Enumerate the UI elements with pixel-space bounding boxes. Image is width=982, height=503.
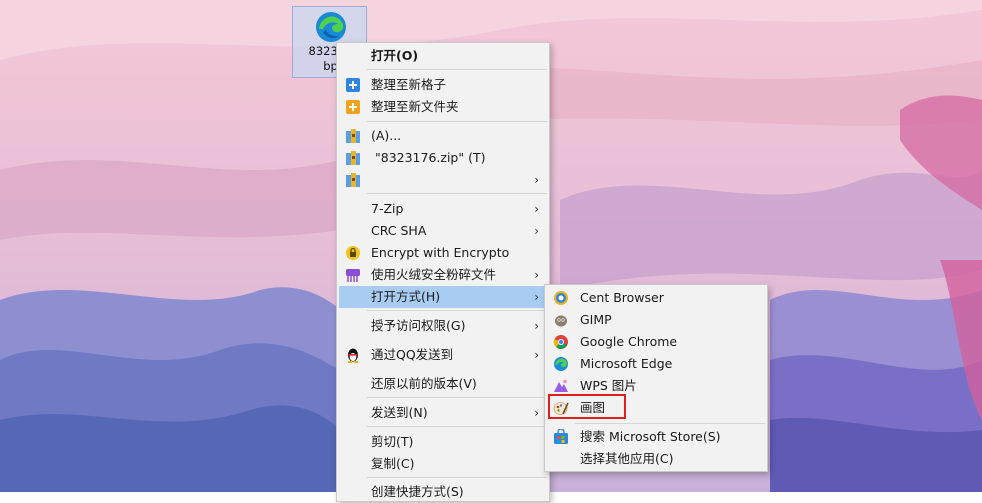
menu-item-create-shortcut[interactable]: 创建快捷方式(S) — [339, 481, 547, 503]
menu-item-label: 打开方式(H) — [371, 289, 441, 304]
menu-item-label: 7-Zip — [371, 201, 404, 216]
menu-item-7zip[interactable]: 7-Zip › — [339, 198, 547, 220]
menu-item-label: Microsoft Edge — [580, 356, 673, 371]
menu-separator — [367, 397, 547, 398]
menu-item-open-with[interactable]: 打开方式(H) › — [339, 286, 547, 308]
menu-item-archive-add[interactable]: (A)... — [339, 125, 547, 147]
qq-penguin-icon — [347, 348, 359, 363]
menu-separator — [367, 477, 547, 478]
menu-item-label: 通过QQ发送到 — [371, 347, 454, 362]
menu-item-label: 打开(O) — [371, 48, 419, 63]
wps-picture-icon — [554, 379, 568, 392]
menu-item-encrypto[interactable]: Encrypt with Encrypto — [339, 242, 547, 264]
blue-plus-icon — [346, 78, 360, 92]
menu-item-copy[interactable]: 复制(C) — [339, 453, 547, 475]
open-with-search-store[interactable]: 搜索 Microsoft Store(S) — [547, 426, 765, 448]
menu-item-label: 搜索 Microsoft Store(S) — [580, 429, 721, 444]
menu-item-tidy-folder[interactable]: 整理至新文件夹 — [339, 96, 547, 118]
menu-item-label: CRC SHA — [371, 223, 427, 238]
chevron-right-icon: › — [534, 406, 539, 420]
menu-item-label: 整理至新格子 — [371, 77, 447, 92]
menu-item-label: 剪切(T) — [371, 434, 414, 449]
archive-icon — [346, 151, 360, 165]
highlight-annotation — [548, 394, 626, 419]
microsoft-store-icon — [554, 429, 568, 444]
menu-item-label: (A)... — [371, 128, 402, 143]
shredder-icon — [346, 269, 360, 282]
open-with-choose-other[interactable]: 选择其他应用(C) — [547, 448, 765, 470]
menu-item-label: 还原以前的版本(V) — [371, 376, 477, 391]
chevron-right-icon: › — [534, 268, 539, 282]
chevron-right-icon: › — [534, 224, 539, 238]
menu-item-label: Google Chrome — [580, 334, 678, 349]
menu-item-cut[interactable]: 剪切(T) — [339, 431, 547, 453]
menu-item-label: GIMP — [580, 312, 612, 327]
menu-item-label: "8323176.zip" (T) — [375, 150, 486, 165]
open-with-cent-browser[interactable]: Cent Browser — [547, 287, 765, 309]
gimp-icon — [555, 315, 567, 327]
menu-item-label: WPS 图片 — [580, 378, 637, 393]
menu-separator — [575, 423, 765, 424]
menu-item-label: 发送到(N) — [371, 405, 428, 420]
chevron-right-icon: › — [534, 202, 539, 216]
menu-item-send-to[interactable]: 发送到(N) › — [339, 402, 547, 424]
menu-item-crc-sha[interactable]: CRC SHA › — [339, 220, 547, 242]
chevron-right-icon: › — [534, 290, 539, 304]
chevron-right-icon: › — [534, 319, 539, 333]
open-with-google-chrome[interactable]: Google Chrome — [547, 331, 765, 353]
open-with-submenu: Cent Browser GIMP Google Chrome Microsof… — [544, 284, 768, 472]
orange-plus-icon — [346, 100, 360, 114]
menu-item-label: Encrypt with Encrypto — [371, 245, 510, 260]
archive-icon — [346, 129, 360, 143]
open-with-microsoft-edge[interactable]: Microsoft Edge — [547, 353, 765, 375]
cent-browser-icon — [554, 291, 568, 305]
edge-file-icon — [316, 12, 346, 42]
encrypto-lock-icon — [346, 246, 360, 260]
edge-icon — [554, 357, 568, 371]
menu-item-label: 选择其他应用(C) — [580, 451, 674, 466]
menu-item-label: 使用火绒安全粉碎文件 — [371, 267, 497, 282]
menu-item-shred[interactable]: 使用火绒安全粉碎文件 › — [339, 264, 547, 286]
menu-item-label: 整理至新文件夹 — [371, 99, 459, 114]
menu-item-send-qq[interactable]: 通过QQ发送到 › — [339, 344, 547, 366]
menu-item-restore-versions[interactable]: 还原以前的版本(V) — [339, 373, 547, 395]
menu-item-label: 创建快捷方式(S) — [371, 484, 464, 499]
chevron-right-icon: › — [534, 348, 539, 362]
menu-item-grant-access[interactable]: 授予访问权限(G) › — [339, 315, 547, 337]
menu-separator — [367, 69, 547, 70]
menu-item-label: 复制(C) — [371, 456, 415, 471]
menu-item-label: 授予访问权限(G) — [371, 318, 466, 333]
menu-item-open[interactable]: 打开(O) — [339, 45, 547, 67]
menu-item-tidy-grid[interactable]: 整理至新格子 — [339, 74, 547, 96]
menu-separator — [367, 426, 547, 427]
menu-item-archive-more[interactable]: › — [339, 169, 547, 191]
menu-item-label: Cent Browser — [580, 290, 664, 305]
chrome-icon — [553, 335, 568, 349]
menu-separator — [367, 310, 547, 311]
menu-separator — [367, 193, 547, 194]
open-with-gimp[interactable]: GIMP — [547, 309, 765, 331]
archive-icon — [346, 173, 360, 187]
menu-item-archive-zip[interactable]: "8323176.zip" (T) — [339, 147, 547, 169]
context-menu: 打开(O) 整理至新格子 整理至新文件夹 (A)... "8323176.zip… — [336, 42, 550, 502]
chevron-right-icon: › — [534, 173, 539, 187]
menu-separator — [367, 121, 547, 122]
